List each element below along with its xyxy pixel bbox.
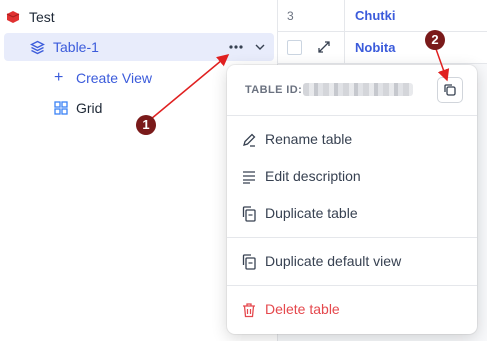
table-icon [30, 40, 45, 55]
menu-item-label: Rename table [265, 131, 353, 147]
copy-icon [444, 84, 456, 96]
table-id-value-redacted [303, 83, 413, 96]
align-left-icon [243, 171, 255, 184]
row-number: 3 [287, 9, 294, 23]
expand-icon[interactable] [317, 40, 331, 54]
database-icon [6, 11, 20, 23]
menu-item-label: Duplicate table [265, 205, 358, 221]
more-horizontal-icon[interactable] [229, 41, 243, 53]
table-cell[interactable]: Chutki [344, 0, 487, 31]
menu-divider [227, 285, 477, 286]
menu-item-rename-table[interactable]: Rename table [227, 122, 477, 158]
sidebar-item-base-label: Test [29, 9, 55, 25]
chevron-down-icon[interactable] [254, 41, 266, 53]
table-context-menu: TABLE ID: Rename table Edit description … [227, 65, 477, 334]
sidebar-item-table-1[interactable]: Table-1 [4, 33, 274, 61]
menu-item-duplicate-default-view[interactable]: Duplicate default view [227, 244, 477, 280]
cell-value: Nobita [355, 40, 396, 55]
annotation-step-2-badge: 2 [425, 30, 445, 50]
grid-icon [54, 101, 68, 115]
menu-header: TABLE ID: [227, 65, 477, 116]
plus-icon: + [54, 69, 64, 86]
annotation-step-1-badge: 1 [136, 115, 156, 135]
menu-divider [227, 237, 477, 238]
cell-value: Chutki [355, 8, 396, 23]
menu-item-delete-table[interactable]: Delete table [227, 292, 477, 328]
grid-view-label: Grid [76, 100, 103, 116]
table-cell[interactable]: Nobita [344, 32, 487, 63]
menu-item-label: Delete table [265, 301, 340, 317]
sidebar-item-table-label: Table-1 [53, 39, 99, 55]
menu-item-label: Edit description [265, 168, 361, 184]
menu-item-duplicate-table[interactable]: Duplicate table [227, 196, 477, 232]
table-id-label: TABLE ID: [245, 84, 303, 96]
sidebar-item-base[interactable]: Test [0, 4, 277, 30]
duplicate-icon [242, 254, 256, 270]
row-checkbox[interactable] [287, 40, 302, 55]
create-view-label: Create View [76, 70, 153, 86]
menu-item-edit-description[interactable]: Edit description [227, 159, 477, 195]
menu-item-label: Duplicate default view [265, 253, 402, 269]
table-row[interactable]: 3 Chutki [278, 0, 487, 32]
duplicate-icon [242, 206, 256, 222]
table-row[interactable]: Nobita [278, 32, 487, 64]
trash-icon [243, 303, 255, 318]
pencil-icon [243, 133, 256, 147]
copy-table-id-button[interactable] [437, 77, 463, 103]
